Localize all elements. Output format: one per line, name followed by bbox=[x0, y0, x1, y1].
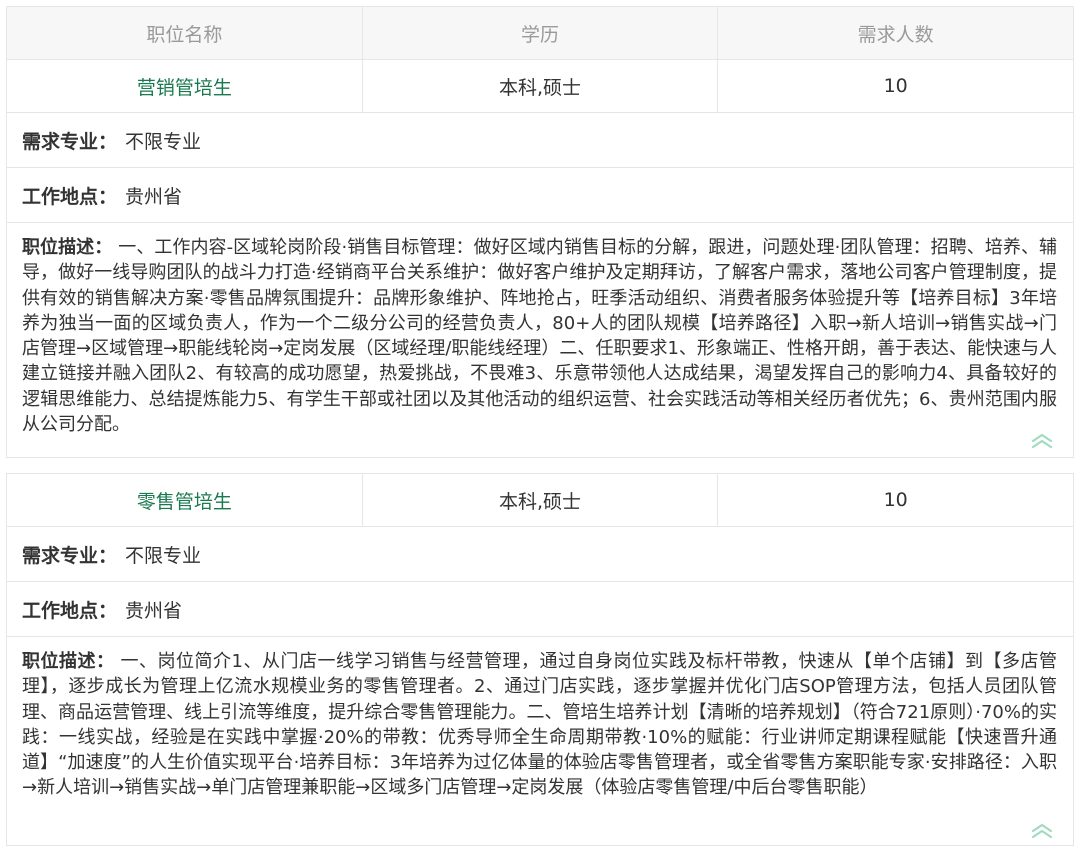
job-title-link[interactable]: 营销管培生 bbox=[7, 60, 363, 112]
major-label: 需求专业： bbox=[22, 130, 118, 153]
header-count: 需求人数 bbox=[857, 23, 934, 46]
job-card: 职位名称 学历 需求人数 营销管培生 本科,硕士 10 需求专业： 不限专业 工… bbox=[6, 6, 1074, 458]
job-card: 零售管培生 本科,硕士 10 需求专业： 不限专业 工作地点： 贵州省 职位描述… bbox=[6, 473, 1074, 846]
description-text: 一、工作内容-区域轮岗阶段·销售目标管理：做好区域内销售目标的分解，跟进，问题处… bbox=[22, 237, 1057, 436]
table-header: 职位名称 学历 需求人数 bbox=[7, 7, 1073, 60]
location-value: 贵州省 bbox=[125, 185, 183, 208]
job-count: 10 bbox=[883, 75, 908, 97]
major-value: 不限专业 bbox=[125, 544, 202, 567]
major-value: 不限专业 bbox=[125, 130, 202, 153]
location-value: 贵州省 bbox=[125, 599, 183, 622]
collapse-chevron-icon[interactable] bbox=[1031, 433, 1053, 449]
location-label: 工作地点： bbox=[22, 599, 118, 622]
job-education: 本科,硕士 bbox=[363, 60, 719, 112]
job-description: 职位描述： 一、工作内容-区域轮岗阶段·销售目标管理：做好区域内销售目标的分解，跟… bbox=[7, 223, 1073, 437]
major-label: 需求专业： bbox=[22, 544, 118, 567]
job-location-row: 工作地点： 贵州省 bbox=[7, 168, 1073, 223]
job-title-link[interactable]: 零售管培生 bbox=[7, 474, 363, 526]
location-label: 工作地点： bbox=[22, 185, 118, 208]
job-description: 职位描述： 一、岗位简介1、从门店一线学习销售与经营管理，通过自身岗位实践及标杆带… bbox=[7, 637, 1073, 801]
job-summary-row[interactable]: 营销管培生 本科,硕士 10 bbox=[7, 60, 1073, 113]
header-job-title: 职位名称 bbox=[7, 7, 363, 59]
job-location-row: 工作地点： 贵州省 bbox=[7, 582, 1073, 637]
description-text: 一、岗位简介1、从门店一线学习销售与经营管理，通过自身岗位实践及标杆带教，快速从… bbox=[22, 651, 1058, 799]
job-major-row: 需求专业： 不限专业 bbox=[7, 113, 1073, 168]
description-label: 职位描述： bbox=[22, 237, 113, 258]
description-label: 职位描述： bbox=[22, 651, 115, 672]
collapse-chevron-icon[interactable] bbox=[1031, 823, 1053, 839]
job-summary-row[interactable]: 零售管培生 本科,硕士 10 bbox=[7, 474, 1073, 527]
job-count: 10 bbox=[883, 489, 908, 511]
job-major-row: 需求专业： 不限专业 bbox=[7, 527, 1073, 582]
header-education: 学历 bbox=[363, 7, 719, 59]
job-education: 本科,硕士 bbox=[363, 474, 719, 526]
